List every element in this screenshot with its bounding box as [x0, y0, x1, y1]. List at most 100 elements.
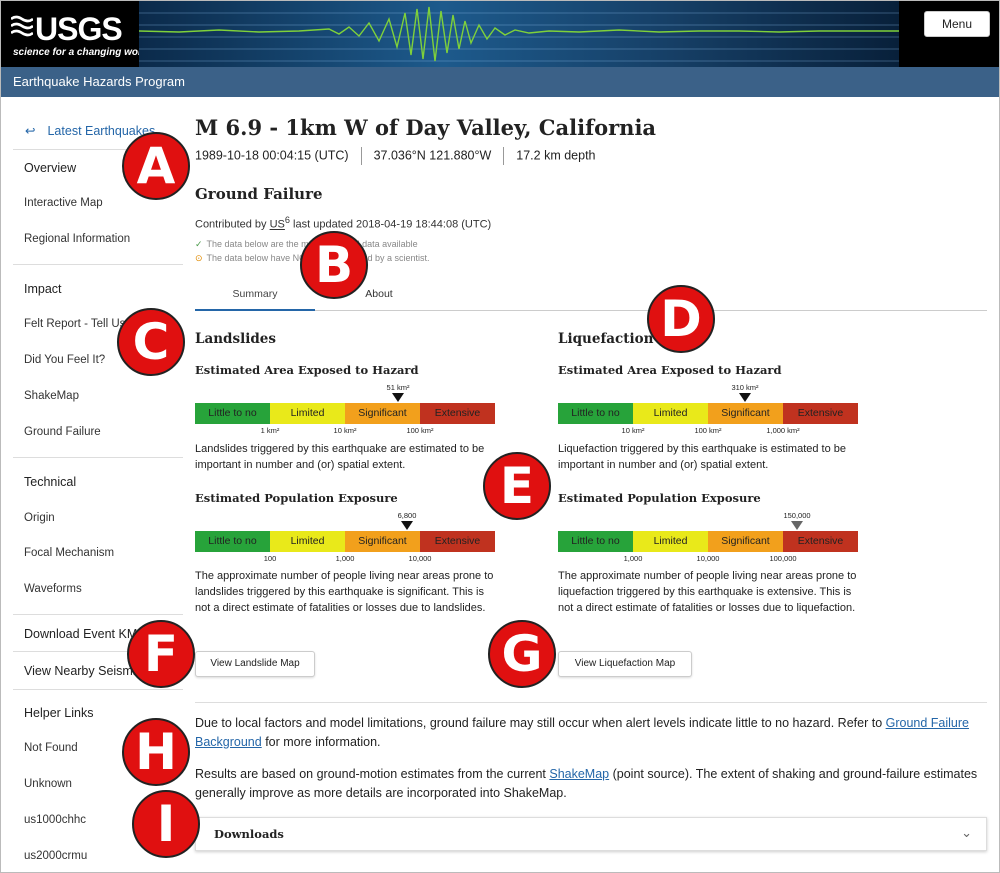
downloads-accordion[interactable]: Downloads ⌄: [195, 817, 987, 851]
shakemap-link[interactable]: ShakeMap: [549, 767, 609, 781]
tab-summary[interactable]: Summary: [195, 277, 315, 311]
liquefaction-population-value: 150,000: [783, 511, 811, 520]
footer-note-1-end: for more information.: [265, 735, 381, 749]
liquefaction-area-description: Liquefaction triggered by this earthquak…: [558, 443, 847, 471]
check-icon: ✓: [195, 239, 203, 249]
level-limited: Limited: [633, 531, 708, 552]
tick-label: 1,000: [335, 554, 355, 563]
logo-tagline: science for a changing world: [13, 47, 151, 58]
annotation-c: C: [117, 308, 185, 376]
sidebar-item-overview[interactable]: Overview: [24, 161, 76, 175]
landslide-population-title: Estimated Population Exposure: [195, 491, 398, 505]
footer-note-1: Due to local factors and model limitatio…: [195, 714, 995, 752]
tick-label: 100 km²: [694, 426, 722, 435]
annotation-a: A: [122, 132, 190, 200]
landslide-area-title: Estimated Area Exposed to Hazard: [195, 363, 419, 377]
level-limited: Limited: [633, 403, 708, 424]
sidebar-item-dyfi[interactable]: Did You Feel It?: [24, 354, 105, 366]
updated-text: last updated 2018-04-19 18:44:08 (UTC): [293, 218, 492, 231]
contributed-prefix: Contributed by: [195, 218, 267, 231]
source-sup: 6: [284, 215, 290, 225]
source-link[interactable]: US: [270, 219, 285, 231]
annotation-f: F: [127, 620, 195, 688]
product-title: Ground Failure: [195, 185, 323, 203]
liquefaction-population-bar: Little to no Limited Significant Extensi…: [558, 531, 858, 552]
landslide-area-description: Landslides triggered by this earthquake …: [195, 443, 485, 471]
tick-label: 10,000: [696, 554, 720, 563]
level-significant: Significant: [708, 531, 783, 552]
level-significant: Significant: [345, 531, 420, 552]
landslide-area-marker: [392, 393, 404, 402]
tick-label: 100,000: [769, 554, 797, 563]
level-extensive: Extensive: [783, 403, 858, 424]
back-arrow-icon: ↩: [25, 124, 36, 138]
level-limited: Limited: [270, 403, 345, 424]
sidebar-item-unknown[interactable]: Unknown: [24, 778, 72, 790]
tick-label: 100: [263, 554, 277, 563]
annotation-d: D: [647, 285, 715, 353]
usgs-logo[interactable]: USGS science for a changing world: [11, 9, 151, 59]
footer-note-2-text: Results are based on ground-motion estim…: [195, 767, 546, 781]
meta-separator: [503, 147, 505, 165]
sidebar-item-ground-failure[interactable]: Ground Failure: [24, 426, 101, 438]
liquefaction-title: Liquefaction: [558, 331, 654, 347]
event-meta: 1989-10-18 00:04:15 (UTC) 37.036°N 121.88…: [195, 147, 596, 165]
sidebar-item-origin[interactable]: Origin: [24, 512, 55, 524]
view-liquefaction-map-button[interactable]: View Liquefaction Map: [558, 651, 692, 677]
sidebar-item-focal-mechanism[interactable]: Focal Mechanism: [24, 547, 114, 559]
landslide-area-value: 51 km²: [386, 383, 410, 392]
sidebar-item-us2000crmu[interactable]: us2000crmu: [24, 850, 87, 862]
menu-button[interactable]: Menu: [924, 11, 990, 37]
liquefaction-area-title: Estimated Area Exposed to Hazard: [558, 363, 782, 377]
sidebar-item-regional-information[interactable]: Regional Information: [24, 233, 130, 245]
level-limited: Limited: [270, 531, 345, 552]
program-bar[interactable]: Earthquake Hazards Program: [1, 67, 999, 97]
liquefaction-population-marker: [791, 521, 803, 530]
sidebar-heading-helper-links: Helper Links: [24, 706, 94, 720]
view-landslide-map-button[interactable]: View Landslide Map: [195, 651, 315, 677]
sidebar-item-felt-report[interactable]: Felt Report - Tell Us!: [24, 318, 129, 330]
tick-label: 1,000 km²: [766, 426, 800, 435]
tick-label: 100 km²: [406, 426, 434, 435]
footer-note-1-text: Due to local factors and model limitatio…: [195, 716, 883, 730]
contributor-line: Contributed by US6 last updated 2018-04-…: [195, 215, 491, 231]
level-little: Little to no: [195, 531, 270, 552]
downloads-label: Downloads: [214, 827, 284, 841]
usgs-wave-icon: [11, 15, 33, 37]
level-little: Little to no: [195, 403, 270, 424]
level-extensive: Extensive: [420, 531, 495, 552]
tick-label: 1,000: [623, 554, 643, 563]
sidebar-item-waveforms[interactable]: Waveforms: [24, 583, 82, 595]
level-little: Little to no: [558, 403, 633, 424]
sidebar-divider: [13, 689, 183, 690]
footer-note-2: Results are based on ground-motion estim…: [195, 765, 995, 803]
landslide-area-bar: Little to no Limited Significant Extensi…: [195, 403, 495, 424]
level-extensive: Extensive: [783, 531, 858, 552]
landslide-population-value: 6,800: [397, 511, 417, 520]
landslide-population-bar: Little to no Limited Significant Extensi…: [195, 531, 495, 552]
liquefaction-area-marker: [739, 393, 751, 402]
landslide-population-description: The approximate number of people living …: [195, 570, 494, 614]
chevron-down-icon[interactable]: ⌄: [961, 825, 972, 841]
tick-label: 10 km²: [621, 426, 645, 435]
sidebar-item-interactive-map[interactable]: Interactive Map: [24, 197, 103, 209]
back-to-latest-link[interactable]: ↩ Latest Earthquakes: [25, 123, 155, 138]
logo-word: USGS: [35, 11, 123, 47]
event-depth: 17.2 km depth: [516, 148, 596, 163]
sidebar-divider: [13, 457, 183, 458]
seismogram-trace: [139, 6, 899, 62]
sidebar-item-us1000chhc[interactable]: us1000chhc: [24, 814, 86, 826]
annotation-b: B: [300, 231, 368, 299]
sidebar-item-shakemap[interactable]: ShakeMap: [24, 390, 79, 402]
sidebar-divider: [13, 614, 183, 615]
annotation-g: G: [488, 620, 556, 688]
sidebar-item-not-found[interactable]: Not Found: [24, 742, 78, 754]
level-significant: Significant: [345, 403, 420, 424]
page-title: M 6.9 - 1km W of Day Valley, California: [195, 115, 657, 140]
sidebar-item-download-kml[interactable]: Download Event KML: [24, 627, 144, 641]
meta-separator: [360, 147, 362, 165]
liquefaction-population-title: Estimated Population Exposure: [558, 491, 761, 505]
site-header: USGS science for a changing world Menu: [1, 1, 999, 67]
annotation-h: H: [122, 718, 190, 786]
level-extensive: Extensive: [420, 403, 495, 424]
